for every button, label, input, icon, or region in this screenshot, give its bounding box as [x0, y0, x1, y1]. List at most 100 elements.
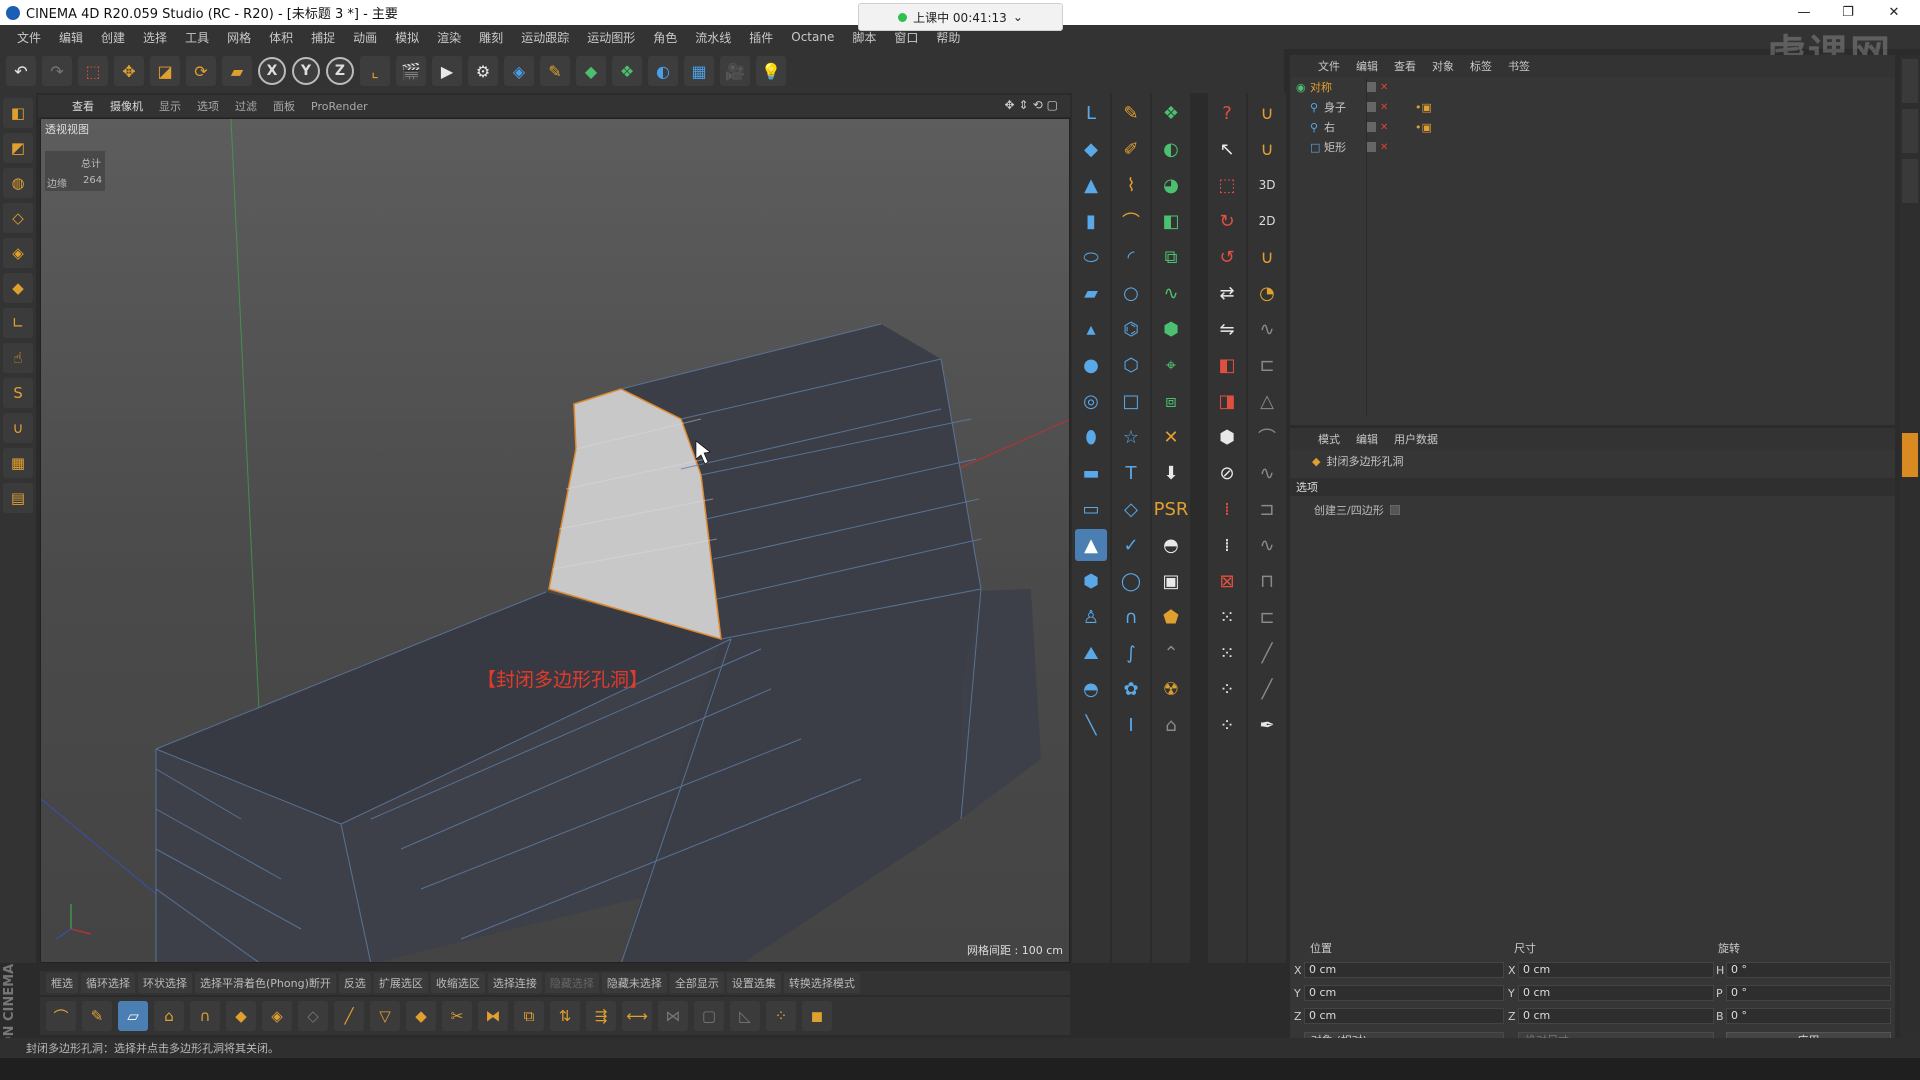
object-flags[interactable]: ✕ — [1366, 101, 1388, 113]
oil-tank-primitive-icon[interactable]: ▬ — [1075, 457, 1107, 489]
pyramid-primitive-icon[interactable]: ▲ — [1075, 529, 1107, 561]
object-menu-item[interactable]: 编辑 — [1348, 58, 1386, 74]
3d-snap-icon[interactable]: 3D — [1251, 169, 1283, 201]
object-tag-icon[interactable]: •▣ — [1415, 101, 1432, 114]
ngon-spline-icon[interactable]: ⬡ — [1115, 349, 1147, 381]
menu-item[interactable]: 雕刻 — [470, 29, 512, 46]
capsule-primitive-icon[interactable]: ⬮ — [1075, 421, 1107, 453]
volume-builder-icon[interactable]: ☢ — [1155, 673, 1187, 705]
selection-tool-button[interactable]: 选择连接 — [487, 973, 542, 993]
selection-tool-button[interactable]: 环状选择 — [138, 973, 192, 993]
deform-7-icon[interactable]: ◨ — [1211, 385, 1243, 417]
slide-icon[interactable]: ⧉ — [514, 1001, 544, 1031]
menu-item[interactable]: 帮助 — [927, 29, 969, 46]
2d-snap-icon[interactable]: 2D — [1251, 205, 1283, 237]
lock-workplane-icon[interactable]: ▤ — [3, 483, 33, 513]
menu-item[interactable]: 插件 — [740, 29, 782, 46]
cissoid-spline-icon[interactable]: ◯ — [1115, 565, 1147, 597]
rot-p-field[interactable]: 0 ° — [1726, 985, 1891, 1001]
z-axis-icon[interactable]: Z — [326, 57, 354, 85]
menu-item[interactable]: 流水线 — [686, 29, 740, 46]
viewport-nav-icons[interactable]: ✥⇕⟲▢ — [1004, 98, 1062, 112]
arc-icon-2[interactable]: ◜ — [1115, 241, 1147, 273]
right-tab-2[interactable] — [1902, 109, 1918, 153]
tweak-icon[interactable]: ☝ — [3, 343, 33, 373]
menu-item[interactable]: 运动跟踪 — [512, 29, 578, 46]
arc-spline-icon[interactable]: ⌒ — [1115, 205, 1147, 237]
magnet-icon[interactable]: ∪ — [3, 413, 33, 443]
extrude-icon[interactable]: ▱ — [118, 1001, 148, 1031]
deform-6-icon[interactable]: ◧ — [1211, 349, 1243, 381]
points-mode-icon[interactable]: ◇ — [3, 203, 33, 233]
bridge-icon[interactable]: ⌂ — [154, 1001, 184, 1031]
array-generator-icon[interactable]: ⬢ — [1155, 313, 1187, 345]
psr-icon[interactable]: PSR — [1154, 493, 1189, 525]
cube-icon[interactable]: ◈ — [504, 56, 534, 86]
selection-tool-button[interactable]: 选择平滑着色(Phong)断开 — [195, 973, 336, 993]
snap-gray-11-icon[interactable]: ╱ — [1251, 673, 1283, 705]
make-editable-icon[interactable]: ◧ — [3, 98, 33, 128]
attribute-menu-item[interactable]: 编辑 — [1348, 431, 1386, 447]
menu-item[interactable]: 捕捉 — [302, 29, 344, 46]
subdivide-tool-icon[interactable]: ▢ — [694, 1001, 724, 1031]
deformer-icon[interactable]: ◐ — [648, 56, 678, 86]
deform-2-icon[interactable]: ↻ — [1211, 205, 1243, 237]
object-row[interactable]: ◉ 对称 ✕ — [1290, 77, 1895, 97]
snap-icon[interactable]: S — [3, 378, 33, 408]
dots-3-icon[interactable]: ⁙ — [1211, 601, 1243, 633]
cube-primitive-icon[interactable]: ◆ — [1075, 133, 1107, 165]
deform-1-icon[interactable]: ⬚ — [1211, 169, 1243, 201]
polygons-mode-icon[interactable]: ◆ — [3, 273, 33, 303]
menu-item[interactable]: 模拟 — [386, 29, 428, 46]
atom-array-icon[interactable]: ⌖ — [1155, 349, 1187, 381]
flower-spline-icon[interactable]: ✿ — [1115, 673, 1147, 705]
pen-spline-icon[interactable]: ✎ — [1115, 97, 1147, 129]
connect-icon[interactable]: ▣ — [1155, 565, 1187, 597]
snap-gray-5-icon[interactable]: ∿ — [1251, 457, 1283, 489]
menu-item[interactable]: 窗口 — [885, 29, 927, 46]
clock-snap-icon[interactable]: ◔ — [1251, 277, 1283, 309]
object-row[interactable]: ⚲ 身子 ✕ •▣ — [1290, 97, 1895, 117]
plane-primitive-icon[interactable]: ▰ — [1075, 277, 1107, 309]
scale-icon[interactable]: ◪ — [150, 56, 180, 86]
selection-tool-button[interactable]: 隐藏选择 — [544, 973, 599, 993]
circle-spline-icon[interactable]: ○ — [1115, 277, 1147, 309]
polygon-reduction-icon[interactable]: ⌃ — [1155, 637, 1187, 669]
object-menu-item[interactable]: 查看 — [1386, 58, 1424, 74]
menu-item[interactable]: 角色 — [644, 29, 686, 46]
knife-icon[interactable]: ✎ — [82, 1001, 112, 1031]
close-hole-icon[interactable]: ◆ — [406, 1001, 436, 1031]
create-tri-quad-checkbox[interactable] — [1389, 505, 1400, 515]
render-settings-icon[interactable]: ⚙ — [468, 56, 498, 86]
no-icon[interactable]: ⊘ — [1211, 457, 1243, 489]
formula-spline-icon[interactable]: ∫ — [1115, 637, 1147, 669]
selection-tool-button[interactable]: 全部显示 — [669, 973, 724, 993]
metaball-icon[interactable]: ⬇ — [1155, 457, 1187, 489]
options-section[interactable]: 选项 — [1290, 478, 1895, 496]
deform-4-icon[interactable]: ⇄ — [1211, 277, 1243, 309]
sweep-generator-icon[interactable]: ⧉ — [1155, 241, 1187, 273]
snap-gray-2-icon[interactable]: ⊏ — [1251, 349, 1283, 381]
selection-tool-button[interactable]: 循环选择 — [81, 973, 135, 993]
viewport-menu-item[interactable]: 选项 — [189, 98, 227, 114]
object-row[interactable]: ⚲ 右 ✕ •▣ — [1290, 117, 1895, 137]
triangulate-icon[interactable]: ◺ — [730, 1001, 760, 1031]
text-spline-icon[interactable]: T — [1115, 457, 1147, 489]
helix-spline-icon[interactable]: ⌬ — [1115, 313, 1147, 345]
menu-item[interactable]: 运动图形 — [578, 29, 644, 46]
recording-indicator[interactable]: 上课中 00:41:13 ⌄ — [858, 3, 1063, 31]
object-row[interactable]: □ 矩形 ✕ — [1290, 137, 1895, 157]
magnet-link-icon[interactable]: ∪ — [1251, 133, 1283, 165]
lathe-generator-icon[interactable]: ◕ — [1155, 169, 1187, 201]
object-flags[interactable]: ✕ — [1366, 141, 1388, 153]
magnet-tool-icon[interactable]: ∩ — [190, 1001, 220, 1031]
pen-icon[interactable]: ✎ — [540, 56, 570, 86]
rotate-icon[interactable]: ⟳ — [186, 56, 216, 86]
selection-tool-button[interactable]: 扩展选区 — [373, 973, 428, 993]
magnet-tag-icon[interactable]: ∪ — [1251, 97, 1283, 129]
reset-icon[interactable]: ◼ — [802, 1001, 832, 1031]
selection-tool-button[interactable]: 反选 — [338, 973, 371, 993]
stitch-icon[interactable]: ✂ — [442, 1001, 472, 1031]
viewport-menu-item[interactable]: ProRender — [303, 100, 376, 113]
profile-spline-icon[interactable]: I — [1115, 709, 1147, 741]
